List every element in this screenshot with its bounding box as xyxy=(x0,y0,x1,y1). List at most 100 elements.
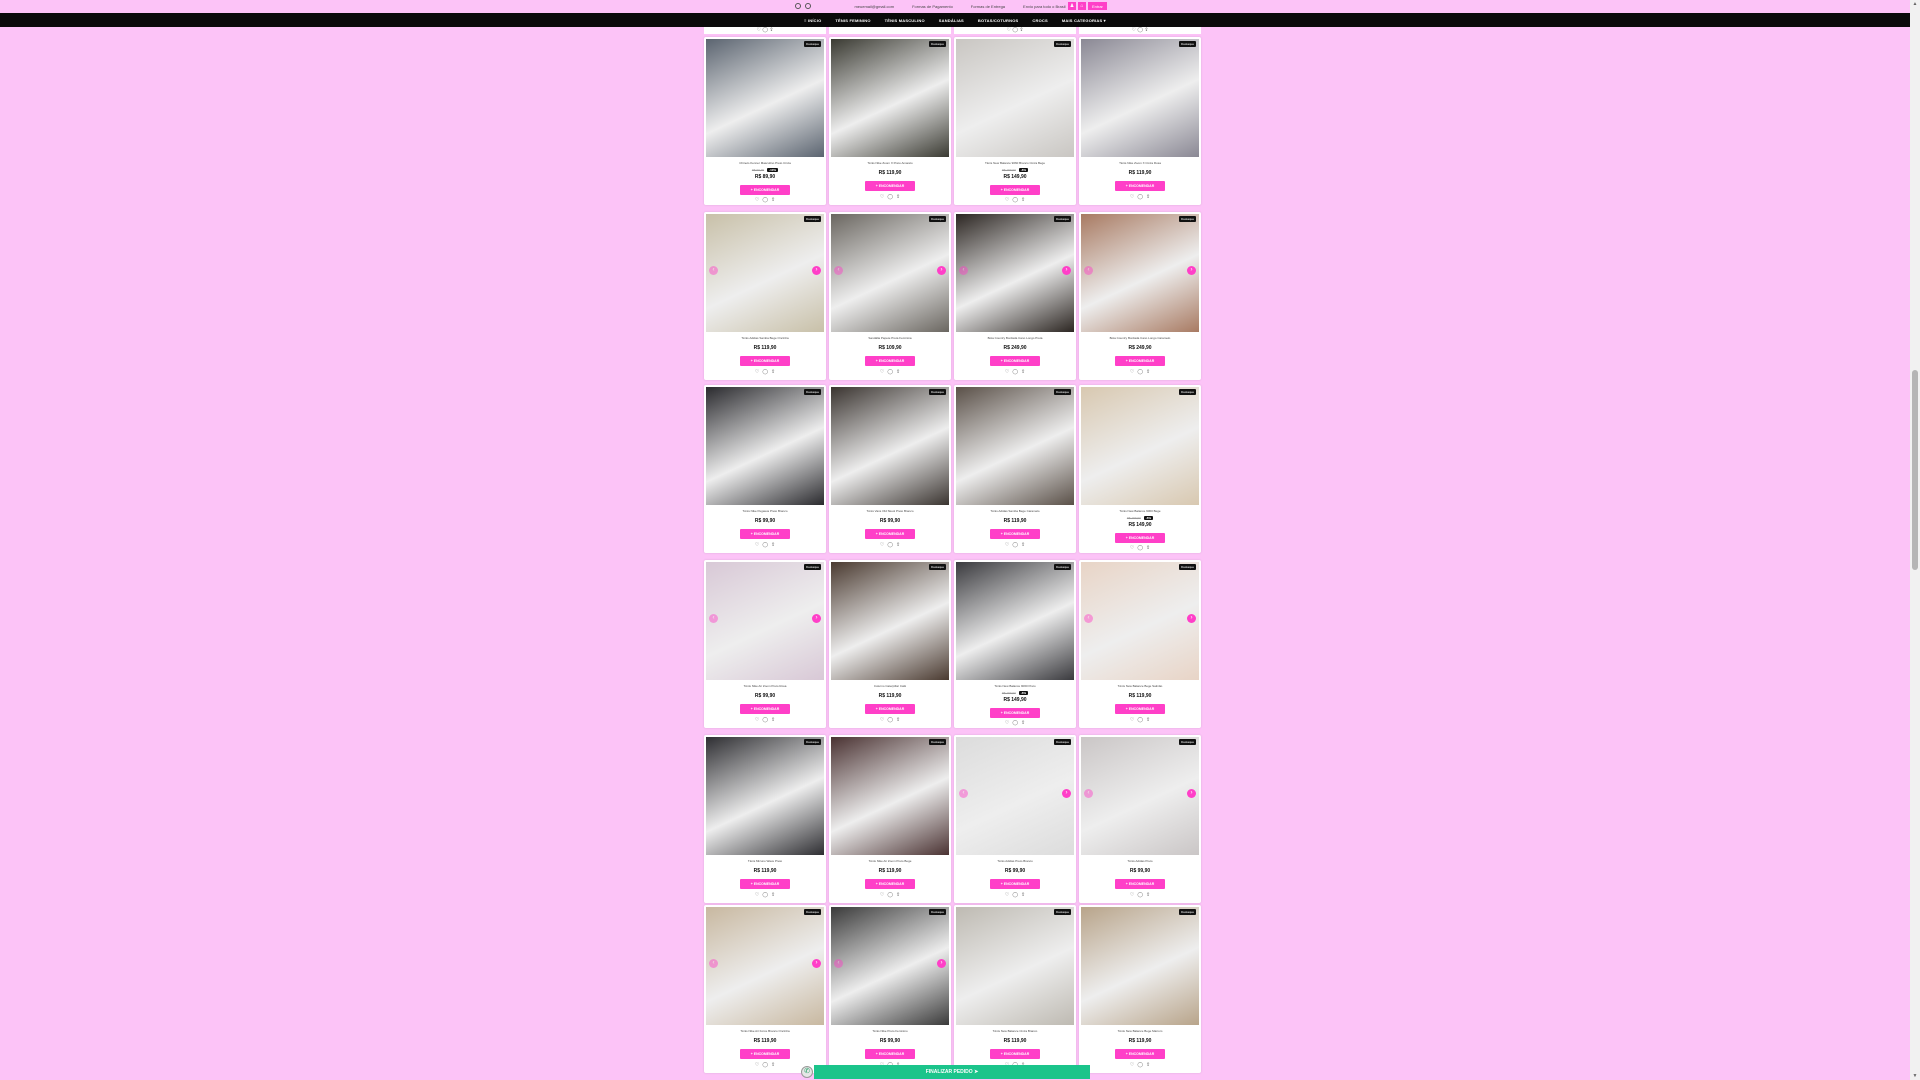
chat-icon[interactable]: ◯ xyxy=(762,1062,768,1068)
order-button[interactable]: + ENCOMENDAR xyxy=(1115,879,1165,889)
share-icon[interactable]: ⇪ xyxy=(1146,1062,1150,1068)
chat-icon[interactable]: ◯ xyxy=(1012,542,1018,548)
product-image[interactable] xyxy=(1081,387,1199,505)
product-image[interactable] xyxy=(706,562,824,680)
heart-icon[interactable]: ♡ xyxy=(880,542,884,548)
order-button[interactable]: + ENCOMENDAR xyxy=(740,1049,790,1059)
nav-item-sandalias[interactable]: SANDÁLIAS xyxy=(939,18,964,23)
next-image-icon[interactable]: › xyxy=(812,266,821,275)
share-icon[interactable]: ⇪ xyxy=(1146,717,1150,723)
prev-image-icon[interactable]: ‹ xyxy=(1084,266,1093,275)
share-icon[interactable]: ⇪ xyxy=(896,542,900,548)
order-button[interactable]: + ENCOMENDAR xyxy=(990,1049,1040,1059)
product-name[interactable]: Tênis New Balance 9060 Branco Cinza Bege xyxy=(958,161,1072,165)
share-icon[interactable]: ⇪ xyxy=(1021,197,1025,203)
product-card[interactable]: Destaque Tênis New Balance Cinza Branco … xyxy=(954,905,1076,1073)
share-icon[interactable]: ⇪ xyxy=(1021,369,1025,375)
product-name[interactable]: Tênis Nike Air Zoom Preto Bege xyxy=(833,859,947,863)
share-icon[interactable]: ⇪ xyxy=(1021,892,1025,898)
product-name[interactable]: Tênis Nike Zoom X Preto Amarelo xyxy=(833,161,947,165)
product-card[interactable]: Destaque ‹ › Tênis Adidas Samba Bege Onci… xyxy=(704,212,826,380)
product-card[interactable]: Destaque Coturno Caterpillar Café R$ 119… xyxy=(829,560,951,728)
chat-icon[interactable]: ◯ xyxy=(762,197,768,203)
order-button[interactable]: + ENCOMENDAR xyxy=(865,1049,915,1059)
order-button[interactable]: + ENCOMENDAR xyxy=(865,704,915,714)
share-icon[interactable]: ⇪ xyxy=(896,369,900,375)
product-image[interactable] xyxy=(1081,737,1199,855)
chat-icon[interactable]: ◯ xyxy=(887,369,893,375)
share-icon[interactable]: ⇪ xyxy=(896,892,900,898)
top-info-payment[interactable]: Formas de Pagamento xyxy=(912,4,953,9)
prev-image-icon[interactable]: ‹ xyxy=(834,266,843,275)
order-button[interactable]: + ENCOMENDAR xyxy=(1115,704,1165,714)
heart-icon[interactable]: ♡ xyxy=(755,197,759,203)
share-icon[interactable]: ⇪ xyxy=(1146,369,1150,375)
product-image[interactable] xyxy=(1081,562,1199,680)
product-image[interactable] xyxy=(706,39,824,157)
product-name[interactable]: Tênis New Balance Bege Salmão xyxy=(1083,684,1197,688)
product-name[interactable]: Tênis New Balance Bege Marrom xyxy=(1083,1029,1197,1033)
chat-icon[interactable]: ◯ xyxy=(1137,717,1143,723)
heart-icon[interactable]: ♡ xyxy=(755,892,759,898)
cart-icon[interactable]: ⌂ xyxy=(1078,2,1086,10)
product-name[interactable]: Tênis Nike Preto Feminino xyxy=(833,1029,947,1033)
share-icon[interactable]: ⇪ xyxy=(771,197,775,203)
share-icon[interactable]: ⇪ xyxy=(896,717,900,723)
nav-item-tenis-feminino[interactable]: TÊNIS FEMININO xyxy=(835,18,870,23)
product-image[interactable] xyxy=(956,907,1074,1025)
product-image[interactable] xyxy=(706,737,824,855)
heart-icon[interactable]: ♡ xyxy=(1130,1062,1134,1068)
prev-image-icon[interactable]: ‹ xyxy=(959,789,968,798)
product-image[interactable] xyxy=(831,387,949,505)
order-button[interactable]: + ENCOMENDAR xyxy=(1115,533,1165,543)
share-icon[interactable]: ⇪ xyxy=(771,892,775,898)
product-card[interactable]: Destaque Tênis Nike Pegasus Preto Branco… xyxy=(704,385,826,553)
checkout-bar[interactable]: FINALIZAR PEDIDO ➤ xyxy=(814,1065,1090,1079)
product-card[interactable]: Destaque Tênis Adidas Samba Bege Caramel… xyxy=(954,385,1076,553)
prev-image-icon[interactable]: ‹ xyxy=(709,959,718,968)
heart-icon[interactable]: ♡ xyxy=(1130,717,1134,723)
chat-icon[interactable]: ◯ xyxy=(887,542,893,548)
prev-image-icon[interactable]: ‹ xyxy=(1084,789,1093,798)
product-name[interactable]: Tênis Vans Old Skool Preto Branco xyxy=(833,509,947,513)
heart-icon[interactable]: ♡ xyxy=(755,369,759,375)
nav-item-crocs[interactable]: CROCS xyxy=(1032,18,1047,23)
heart-icon[interactable]: ♡ xyxy=(1005,542,1009,548)
product-image[interactable] xyxy=(956,737,1074,855)
product-card[interactable]: Destaque ‹ › Tênis Nike Preto Feminino R$… xyxy=(829,905,951,1073)
product-name[interactable]: Tênis Adidas Samba Bege Caramelo xyxy=(958,509,1072,513)
product-name[interactable]: Tênis Adidas Preto xyxy=(1083,859,1197,863)
product-name[interactable]: Coturno Caterpillar Café xyxy=(833,684,947,688)
share-icon[interactable]: ⇪ xyxy=(771,717,775,723)
product-image[interactable] xyxy=(831,737,949,855)
next-image-icon[interactable]: › xyxy=(1187,266,1196,275)
heart-icon[interactable]: ♡ xyxy=(1005,197,1009,203)
next-image-icon[interactable]: › xyxy=(1187,614,1196,623)
product-name[interactable]: Chinelo Kenner Masculino Preto Cinza xyxy=(708,161,822,165)
chat-icon[interactable]: ◯ xyxy=(1137,545,1143,551)
instagram-icon[interactable] xyxy=(795,3,801,9)
heart-icon[interactable]: ♡ xyxy=(1130,545,1134,551)
chat-icon[interactable]: ◯ xyxy=(1137,369,1143,375)
product-image[interactable] xyxy=(956,214,1074,332)
order-button[interactable]: + ENCOMENDAR xyxy=(740,529,790,539)
nav-item-botas[interactable]: BOTAS/COTURNOS xyxy=(978,18,1019,23)
user-icon[interactable]: ♟ xyxy=(1068,2,1076,10)
prev-image-icon[interactable]: ‹ xyxy=(834,959,843,968)
chat-icon[interactable]: ◯ xyxy=(1137,194,1143,200)
product-card[interactable]: Destaque Tênis New Balance 9060 Preto R$… xyxy=(954,560,1076,728)
order-button[interactable]: + ENCOMENDAR xyxy=(990,185,1040,195)
product-image[interactable] xyxy=(706,214,824,332)
product-card[interactable]: Destaque ‹ › Tênis Adidas Preto R$ 99,90 … xyxy=(1079,735,1201,903)
social-links[interactable] xyxy=(795,3,811,9)
product-name[interactable]: Tênis New Balance 9060 Preto xyxy=(958,684,1072,688)
order-button[interactable]: + ENCOMENDAR xyxy=(865,181,915,191)
heart-icon[interactable]: ♡ xyxy=(1005,892,1009,898)
share-icon[interactable]: ⇪ xyxy=(771,1062,775,1068)
product-name[interactable]: Tênis Nike Air Zoom Preto Rosa xyxy=(708,684,822,688)
chat-icon[interactable]: ◯ xyxy=(762,892,768,898)
product-image[interactable] xyxy=(831,907,949,1025)
scroll-down-icon[interactable]: ▼ xyxy=(1912,1073,1918,1079)
product-image[interactable] xyxy=(831,562,949,680)
chat-icon[interactable]: ◯ xyxy=(887,892,893,898)
